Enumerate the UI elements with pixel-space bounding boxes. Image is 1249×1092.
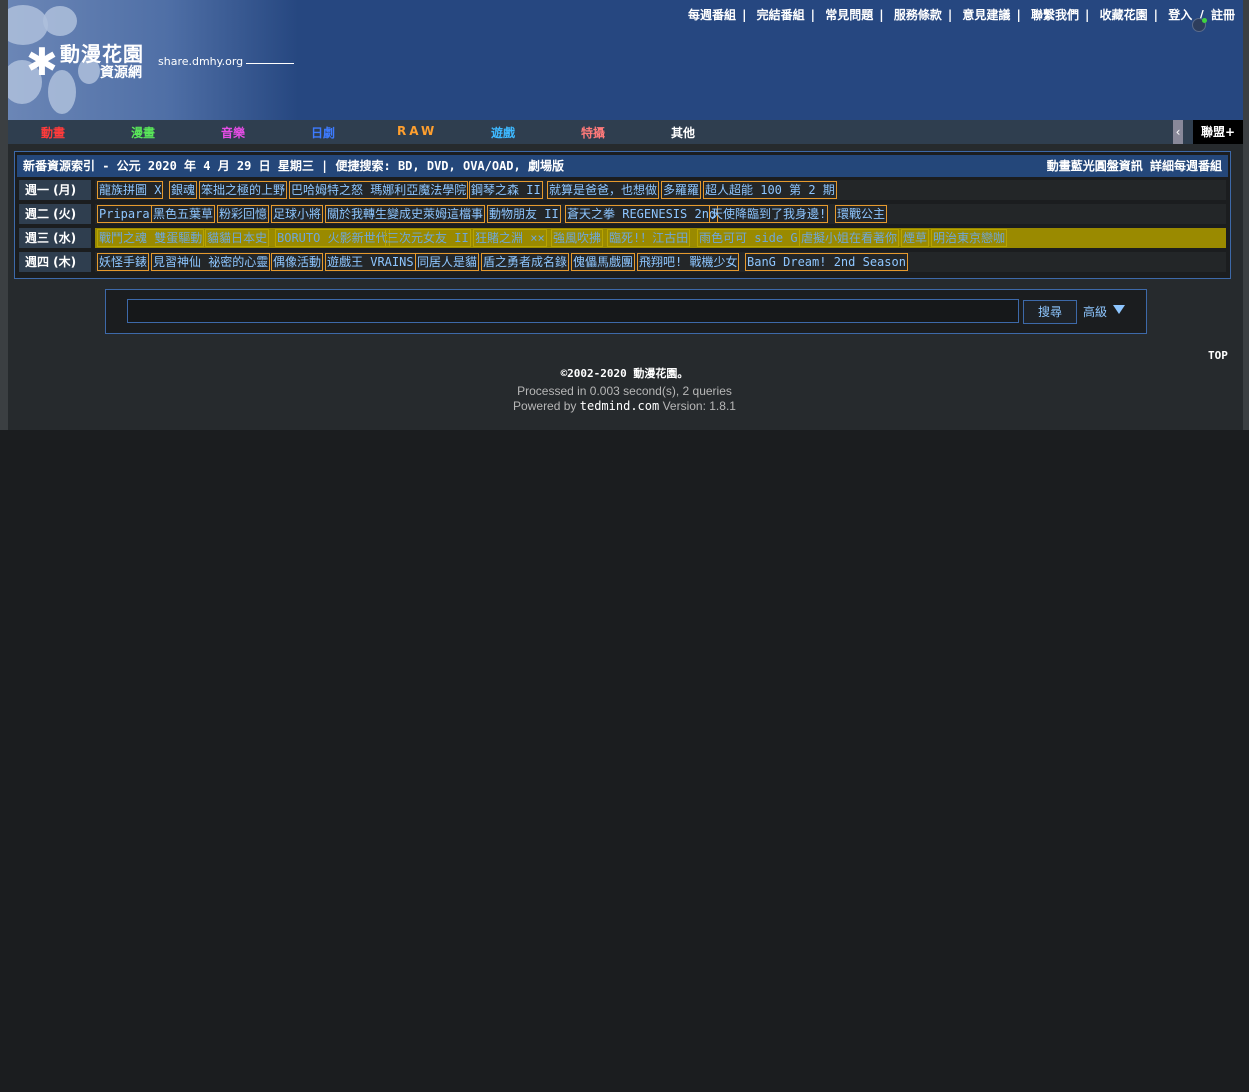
schedule-title[interactable]: 新番資源索引 - 公元 2020 年 4 月 29 日 星期三 | 便捷搜索: … (23, 155, 564, 177)
anime-link[interactable]: 三次元女友 II (385, 229, 471, 247)
category-anime[interactable]: 動畫 (41, 124, 65, 141)
union-button[interactable]: 聯盟+ (1193, 120, 1243, 144)
schedule-links[interactable]: 動畫藍光圓盤資訊 詳細每週番組 (1047, 155, 1222, 177)
schedule-items: 妖怪手錶 見習神仙 祕密的心靈 偶像活動 遊戲王 VRAINS 同居人是貓 盾之… (95, 252, 1226, 272)
nav-bookmark[interactable]: 收藏花園 (1100, 8, 1148, 22)
anime-link[interactable]: 傀儡馬戲團 (571, 253, 636, 271)
nav-terms[interactable]: 服務條款 (894, 8, 942, 22)
anime-link[interactable]: 多羅羅 (661, 181, 702, 199)
logo-petal (43, 6, 77, 36)
triangle-down-icon[interactable] (1113, 305, 1125, 314)
anime-link[interactable]: 雨色可可 side G (697, 229, 800, 247)
day-label: 週二 (火) (19, 204, 91, 224)
back-to-top-link[interactable]: TOP (1208, 349, 1228, 362)
anime-link[interactable]: 強風吹拂 (551, 229, 604, 247)
anime-link[interactable]: 黑色五葉草 (151, 205, 216, 223)
search-button[interactable]: 搜尋 (1023, 300, 1077, 324)
anime-link[interactable]: 偶像活動 (271, 253, 324, 271)
anime-link[interactable]: 鋼琴之森 II (469, 181, 543, 199)
logo-flower-icon: ✱ (26, 40, 58, 84)
schedule-row-monday: 週一 (月) 龍族拼圖 X 銀魂 笨拙之極的上野 巴哈姆特之怒 瑪娜利亞魔法學院… (17, 179, 1228, 201)
powered-version: Version: 1.8.1 (659, 399, 736, 413)
category-drama[interactable]: 日劇 (311, 124, 335, 141)
anime-link[interactable]: 笨拙之極的上野 (199, 181, 288, 199)
anime-link[interactable]: 超人超能 100 第 2 期 (703, 181, 837, 199)
anime-link[interactable]: 煙草 (901, 229, 930, 247)
anime-link[interactable]: 見習神仙 祕密的心靈 (151, 253, 271, 271)
logo-subtitle: 資源網 (100, 65, 142, 81)
anime-link[interactable]: 盾之勇者成名錄 (481, 253, 570, 271)
powered-prefix: Powered by (513, 399, 580, 413)
logo-petal (8, 5, 48, 45)
day-label: 週四 (木) (19, 252, 91, 272)
anime-link[interactable]: 天使降臨到了我身邊! (709, 205, 829, 223)
anime-link[interactable]: 飛翔吧! 戰機少女 (637, 253, 740, 271)
logo-domain: share.dmhy.org (158, 55, 244, 68)
search-panel: 搜尋 高級 (105, 289, 1147, 334)
anime-link[interactable]: 同居人是貓 (415, 253, 480, 271)
schedule-row-tuesday: 週二 (火) Pripara 黑色五葉草 粉彩回憶 足球小將 關於我轉生變成史萊… (17, 203, 1228, 225)
schedule-items: 戰鬥之魂 雙蛋驅動 貓貓日本史 BORUTO 火影新世代 三次元女友 II 狂賭… (95, 228, 1226, 248)
anime-link[interactable]: 關於我轉生變成史萊姆這檔事 (325, 205, 486, 223)
day-label: 週一 (月) (19, 180, 91, 200)
anime-link[interactable]: 足球小將 (271, 205, 324, 223)
anime-link[interactable]: Pripara (97, 205, 152, 223)
processed-info: Processed in 0.003 second(s), 2 queries (517, 384, 732, 398)
anime-link[interactable]: 臨死!！江古田 (607, 229, 691, 247)
anime-link[interactable]: 環戰公主 (835, 205, 888, 223)
powered-link[interactable]: tedmind.com (580, 399, 659, 413)
category-bar: 動畫 漫畫 音樂 日劇 RAW 遊戲 特攝 其他 ‹ 聯盟+ (8, 120, 1243, 144)
anime-link[interactable]: BanG Dream! 2nd Season (745, 253, 908, 271)
anime-link[interactable]: 龍族拼圖 X (97, 181, 164, 199)
day-label: 週三 (水) (19, 228, 91, 248)
copyright: ©2002-2020 動漫花園。 (560, 367, 689, 380)
category-other[interactable]: 其他 (671, 124, 695, 141)
anime-link[interactable]: 動物朋友 II (487, 205, 561, 223)
anime-link[interactable]: 遊戲王 VRAINS (325, 253, 416, 271)
anime-link[interactable]: 蒼天之拳 REGENESIS 2nd (565, 205, 719, 223)
category-raw[interactable]: RAW (397, 124, 437, 138)
advanced-search-link[interactable]: 高級 (1083, 303, 1107, 320)
anime-link[interactable]: 狂賭之淵 ×× (473, 229, 547, 247)
category-game[interactable]: 遊戲 (491, 124, 515, 141)
nav-contact[interactable]: 聯繫我們 (1031, 8, 1079, 22)
anime-link[interactable]: 虐擬小姐在看著你 (799, 229, 900, 247)
anime-link[interactable]: 明治東京戀咖 (931, 229, 1008, 247)
schedule-items: Pripara 黑色五葉草 粉彩回憶 足球小將 關於我轉生變成史萊姆這檔事 動物… (95, 204, 1226, 224)
category-tokusatsu[interactable]: 特攝 (581, 124, 605, 141)
search-input[interactable] (127, 299, 1019, 323)
anime-link[interactable]: 銀魂 (169, 181, 198, 199)
nav-faq[interactable]: 常見問題 (825, 8, 873, 22)
anime-link[interactable]: 巴哈姆特之怒 瑪娜利亞魔法學院 (289, 181, 469, 199)
header: ✱ 動漫花園 資源網 share.dmhy.org 每週番組 | 完結番組 | 常見… (8, 0, 1243, 120)
schedule-table: 新番資源索引 - 公元 2020 年 4 月 29 日 星期三 | 便捷搜索: … (14, 151, 1231, 279)
register-link[interactable]: 註冊 (1211, 8, 1235, 22)
status-dot-icon (1192, 18, 1207, 32)
anime-link[interactable]: 戰鬥之魂 雙蛋驅動 (97, 229, 205, 247)
anime-link[interactable]: 貓貓日本史 (205, 229, 270, 247)
site-logo[interactable]: ✱ 動漫花園 資源網 share.dmhy.org (8, 0, 298, 120)
anime-link[interactable]: 就算是爸爸，也想做 (547, 181, 660, 199)
category-music[interactable]: 音樂 (221, 124, 245, 141)
schedule-header: 新番資源索引 - 公元 2020 年 4 月 29 日 星期三 | 便捷搜索: … (17, 155, 1228, 177)
powered-by: Powered by tedmind.com Version: 1.8.1 (0, 399, 1249, 413)
category-manga[interactable]: 漫畫 (131, 124, 155, 141)
nav-completed[interactable]: 完結番組 (757, 8, 805, 22)
schedule-items: 龍族拼圖 X 銀魂 笨拙之極的上野 巴哈姆特之怒 瑪娜利亞魔法學院 鋼琴之森 I… (95, 180, 1226, 200)
anime-link[interactable]: BORUTO 火影新世代 (275, 229, 390, 247)
schedule-row-thursday: 週四 (木) 妖怪手錶 見習神仙 祕密的心靈 偶像活動 遊戲王 VRAINS 同… (17, 251, 1228, 273)
schedule-row-wednesday: 週三 (水) 戰鬥之魂 雙蛋驅動 貓貓日本史 BORUTO 火影新世代 三次元女… (17, 227, 1228, 249)
chevron-left-icon[interactable]: ‹ (1173, 120, 1183, 144)
anime-link[interactable]: 粉彩回憶 (217, 205, 270, 223)
nav-weekly[interactable]: 每週番組 (688, 8, 736, 22)
logo-line (246, 63, 294, 64)
login-link[interactable]: 登入 (1168, 8, 1192, 22)
anime-link[interactable]: 妖怪手錶 (97, 253, 150, 271)
nav-feedback[interactable]: 意見建議 (962, 8, 1010, 22)
top-nav: 每週番組 | 完結番組 | 常見問題 | 服務條款 | 意見建議 | 聯繫我們 | 收藏花園… (688, 8, 1235, 22)
